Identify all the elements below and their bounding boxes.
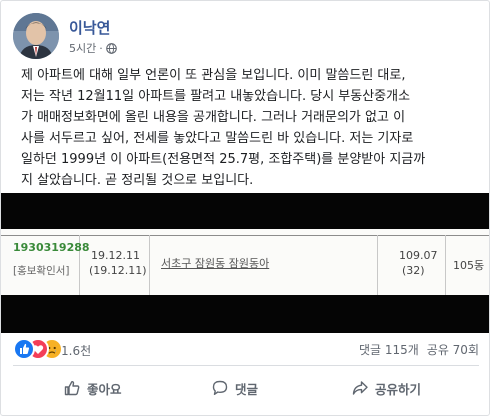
post-text-line: 사를 서두르고 싶어, 전세를 놓았다고 말씀드린 바 있습니다. 저는 기자로 [21, 131, 414, 146]
table-rule [1, 235, 489, 236]
avatar[interactable] [13, 13, 59, 59]
listing-building: 105동 [453, 259, 485, 272]
post-text: 제 아파트에 대해 일부 언론이 또 관심을 보입니다. 이미 말씀드린 대로,… [21, 65, 481, 191]
like-label: 좋아요 [87, 381, 122, 397]
listing-image[interactable]: 1930319288 [홍보확인서] 19.12.11 (19.12.11) 서… [1, 193, 489, 333]
comment-button[interactable]: 댓글 [211, 372, 258, 404]
listing-area: 109.07 [399, 249, 438, 262]
thumbs-up-icon [64, 381, 80, 396]
registration-number: 1930319288 [13, 241, 90, 254]
listing-address: 서초구 잠원동 잠원동아 [161, 257, 270, 270]
comment-icon [212, 380, 228, 395]
action-bar: 좋아요 댓글 공유하기 [13, 365, 479, 406]
post-text-line: 제 아파트에 대해 일부 언론이 또 관심을 보입니다. 이미 말씀드린 대로, [21, 68, 406, 83]
redaction-bar-bottom [1, 295, 489, 333]
reaction-count[interactable]: 1.6천 [61, 342, 91, 359]
post-time[interactable]: 5시간 [69, 42, 96, 55]
share-label: 공유하기 [375, 381, 422, 397]
redaction-bar-top [1, 193, 489, 229]
separator-dot: · [99, 42, 103, 55]
globe-icon [105, 43, 117, 57]
table-divider [445, 235, 446, 295]
share-arrow-icon [352, 381, 368, 395]
comment-label: 댓글 [235, 381, 259, 397]
like-button[interactable]: 좋아요 [63, 372, 122, 404]
share-button[interactable]: 공유하기 [351, 372, 421, 404]
listing-row: 1930319288 [홍보확인서] 19.12.11 (19.12.11) 서… [1, 229, 489, 295]
post-text-line: 일하던 1999년 이 아파트(전용면적 25.7평, 조합주택)를 분양받아 … [21, 152, 426, 167]
post-text-line: 지 살았습니다. 곧 정리될 것으로 보입니다. [21, 173, 254, 188]
post-card: 이낙연 5시간 · 제 아파트에 대해 일부 언론이 또 관심을 보입니다. 이미… [0, 0, 490, 416]
post-meta: 5시간 · [69, 40, 117, 57]
confirm-tag: [홍보확인서] [13, 265, 70, 277]
listing-area-pyeong: (32) [402, 264, 425, 277]
engagement-stats: 1.6천 댓글 115개 공유 70회 [13, 335, 479, 360]
post-text-line: 가 매매정보화면에 올린 내용을 공개합니다. 그러나 거래문의가 없고 이 [21, 110, 406, 125]
listing-date: 19.12.11 [91, 249, 140, 262]
comment-share-counts: 댓글 115개 공유 70회 [359, 341, 479, 358]
post-text-line: 저는 작년 12월11일 아파트를 팔려고 내놓았습니다. 당시 부동산중개소 [21, 89, 411, 104]
share-count[interactable]: 공유 70회 [427, 343, 479, 357]
table-divider [377, 235, 378, 295]
listing-date-confirm: (19.12.11) [89, 264, 147, 277]
like-reaction-icon [13, 338, 35, 360]
comment-count[interactable]: 댓글 115개 [359, 343, 419, 357]
author-name[interactable]: 이낙연 [69, 17, 110, 38]
table-divider [149, 235, 150, 295]
